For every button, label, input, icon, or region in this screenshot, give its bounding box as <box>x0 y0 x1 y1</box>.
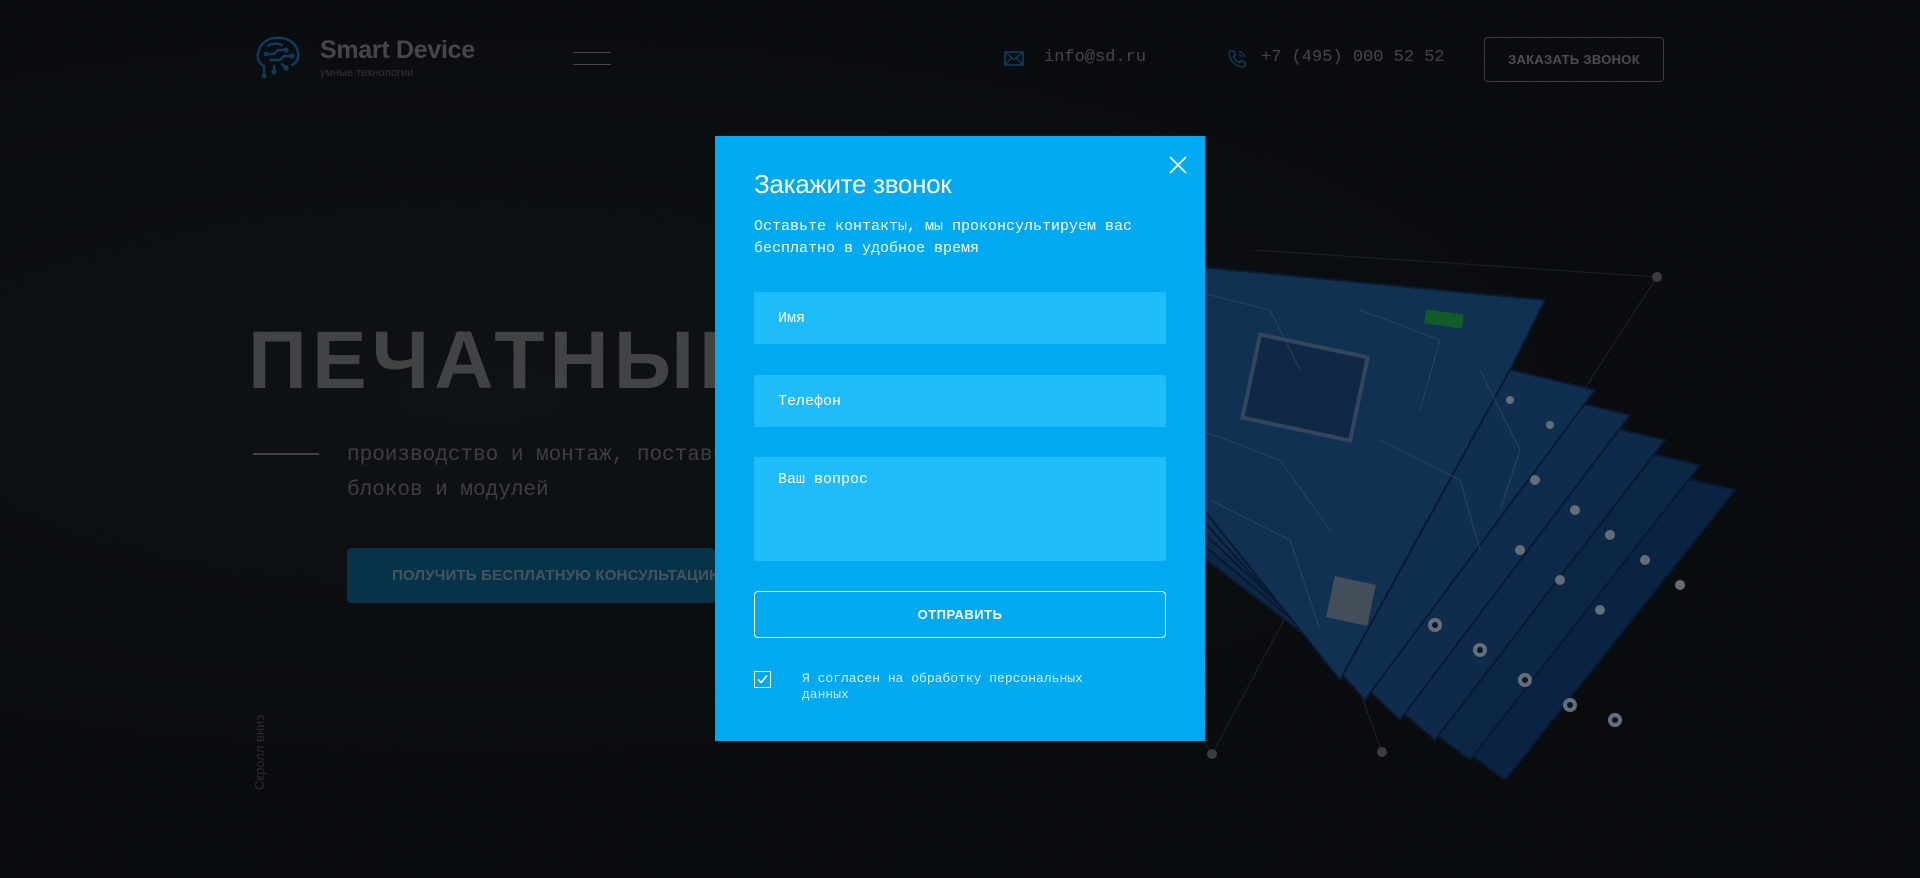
question-textarea[interactable] <box>754 457 1166 561</box>
checkbox-check-icon <box>757 674 768 684</box>
phone-input[interactable] <box>754 375 1166 427</box>
modal-title: Закажите звонок <box>754 169 952 199</box>
consent-checkbox[interactable] <box>754 671 771 688</box>
callback-modal: Закажите звонок Оставьте контакты, мы пр… <box>715 136 1205 741</box>
name-input[interactable] <box>754 292 1166 344</box>
modal-description: Оставьте контакты, мы проконсультируем в… <box>754 218 1133 257</box>
consent-label[interactable]: Я согласен на обработку персональных дан… <box>802 671 1132 703</box>
submit-button[interactable]: ОТПРАВИТЬ <box>754 591 1166 638</box>
close-icon[interactable] <box>1166 153 1190 177</box>
